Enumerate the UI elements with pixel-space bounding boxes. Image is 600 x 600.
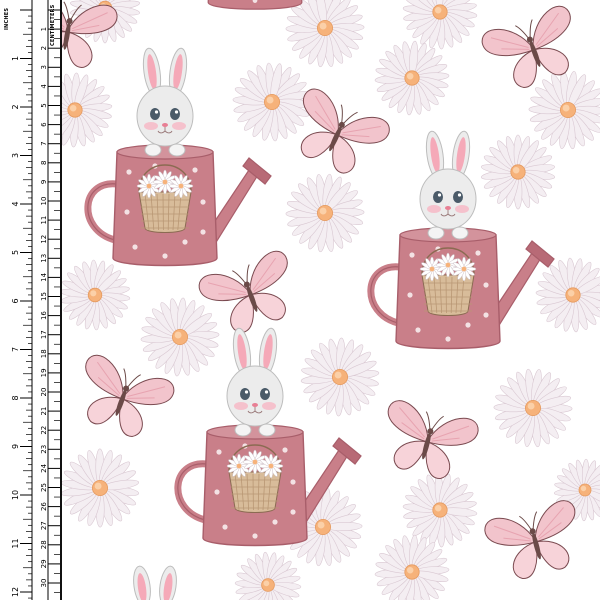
inch-number: 1 (11, 56, 20, 61)
inch-number: 3 (11, 153, 20, 158)
cm-number: 30 (40, 579, 48, 588)
cm-number: 1 (40, 27, 48, 31)
cm-number: 26 (40, 502, 48, 511)
cm-number: 13 (40, 254, 48, 263)
inch-number: 8 (11, 395, 20, 400)
daisy-flower (300, 337, 380, 417)
daisy-flower (480, 134, 556, 210)
inch-number: 10 (11, 490, 20, 500)
butterfly (387, 400, 479, 480)
inch-number: 5 (11, 250, 20, 255)
cm-number: 11 (40, 216, 48, 225)
cm-number: 10 (40, 197, 48, 206)
cm-number: 23 (40, 445, 48, 454)
inch-number: 4 (11, 201, 20, 206)
daisy-flower (232, 62, 312, 142)
bunny-ears-partial (133, 565, 177, 600)
inch-number: 6 (11, 298, 20, 303)
inch-number: 9 (11, 444, 20, 449)
cm-number: 24 (40, 463, 48, 472)
cm-number: 3 (40, 65, 48, 69)
cm-number: 18 (40, 349, 48, 358)
bunny (136, 47, 194, 157)
ruler-inches-label: INCHES (4, 7, 10, 30)
daisy-flower (374, 40, 450, 116)
daisy-flower (285, 173, 365, 253)
cm-number: 7 (40, 141, 48, 145)
cm-number: 9 (40, 180, 48, 184)
cm-number: 27 (40, 521, 48, 530)
daisy-flower (493, 368, 573, 448)
ruler-ticks: 1234567891011121234567891011121314151617… (11, 0, 60, 600)
daisy-flower (528, 70, 600, 150)
daisy-flower (374, 534, 450, 600)
cm-number: 25 (40, 483, 48, 492)
cm-number: 4 (40, 84, 48, 89)
cm-number: 28 (40, 540, 48, 549)
cm-number: 19 (40, 368, 48, 377)
cm-number: 5 (40, 103, 48, 107)
fabric-swatch: 1 2 3 4 5 6 7 8 9 10 11 12 1 2 3 4 5 6 7 8 9 10 11 12 13 14 15 16 17… (0, 0, 600, 600)
bunny (226, 327, 284, 437)
cm-number: 20 (40, 388, 48, 397)
measurement-ruler: 1 2 3 4 5 6 7 8 9 10 11 12 1 2 3 4 5 6 7 8 9 10 11 12 13 14 15 16 17… (0, 0, 62, 600)
daisy-flower (59, 259, 131, 331)
bunny (419, 130, 477, 240)
cm-number: 17 (40, 330, 48, 339)
inch-number: 11 (11, 538, 20, 548)
daisy-flower (140, 297, 220, 377)
cm-number: 21 (40, 407, 48, 416)
cm-number: 16 (40, 311, 48, 320)
cm-number: 22 (40, 426, 48, 435)
butterfly (484, 500, 576, 580)
inch-number: 2 (11, 104, 20, 109)
ruler-cm-label: CENTIMETERS (50, 4, 56, 46)
pattern-canvas (25, 0, 600, 600)
daisy-flower (60, 448, 140, 528)
cm-number: 2 (40, 46, 48, 50)
daisy-flower (234, 551, 302, 600)
daisy-flower (535, 257, 600, 333)
daisy-flower (285, 0, 365, 68)
inch-number: 7 (11, 347, 20, 352)
cm-number: 12 (40, 235, 48, 244)
cm-number: 8 (40, 161, 48, 165)
cm-number: 6 (40, 122, 48, 127)
inch-number: 12 (11, 587, 20, 597)
cm-number: 15 (40, 292, 48, 301)
cm-number: 29 (40, 559, 48, 568)
cm-number: 14 (40, 272, 48, 281)
